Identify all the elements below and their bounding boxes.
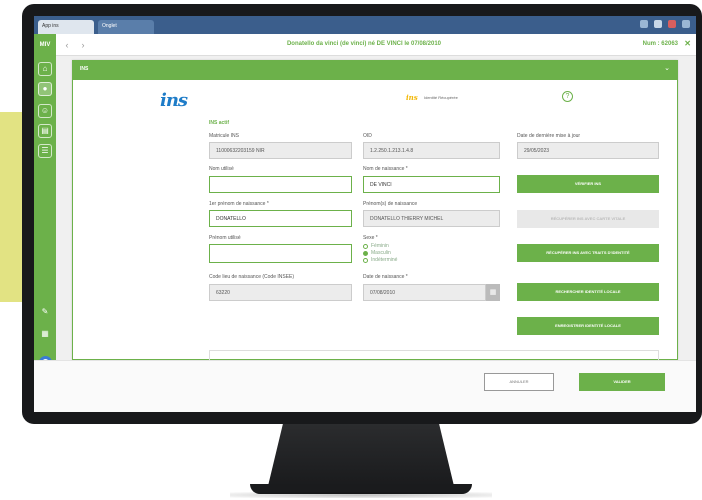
modal-header: INS ⌄ [72, 60, 678, 80]
ins-modal: INS ⌄ ins ins Identité Récupérée ? INS a… [72, 60, 678, 360]
code-lieu-label: Code lieu de naissance (Code INSEE) [209, 274, 295, 280]
nom-naissance-label: Nom de naissance * [363, 166, 408, 172]
radio-indetermine[interactable]: Indéterminé [363, 257, 397, 263]
window-icon[interactable] [668, 20, 676, 28]
taskbar-icons [640, 20, 690, 28]
left-sidebar: ⌂ ● ☺ ▤ ☰ ✎ ▦ [34, 56, 56, 412]
date-maj-label: Date de dernière mise à jour [517, 133, 581, 139]
comment-area[interactable] [209, 350, 659, 360]
modal-header-label: INS [80, 66, 89, 72]
radio-icon[interactable] [363, 257, 368, 263]
list-icon[interactable]: ☰ [38, 144, 52, 158]
matricule-label: Matricule INS [209, 133, 240, 139]
prenom-utilise-label: Prénom utilisé [209, 235, 241, 241]
radio-label: Indéterminé [371, 257, 398, 263]
stand-shadow [230, 492, 492, 498]
nom-utilise-label: Nom utilisé [209, 166, 234, 172]
radio-masculin[interactable]: Masculin [363, 250, 391, 256]
prenoms-label: Prénom(s) de naissance [363, 201, 418, 207]
section-title: INS actif [209, 120, 230, 126]
home-icon[interactable]: ⌂ [38, 62, 52, 76]
app-logo: MIV [34, 34, 56, 56]
close-icon[interactable]: ✕ [684, 39, 691, 48]
date-naissance-field: 07/08/2010 [363, 284, 486, 301]
document-icon[interactable]: ▤ [38, 124, 52, 138]
monitor-screen: App ins Onglet MIV ‹ › Donatello da vinc… [34, 16, 696, 412]
recuperer-traits-button[interactable]: Récupérer INS avec traits d'identité [517, 244, 659, 262]
prenom-utilise-field[interactable] [209, 244, 352, 263]
enregistrer-identite-button[interactable]: Enregistrer identité locale [517, 317, 659, 335]
browser-tab[interactable]: App ins [38, 20, 94, 34]
radio-label: Masculin [371, 250, 391, 256]
sexe-label: Sexe * [363, 235, 378, 241]
window-icon[interactable] [640, 20, 648, 28]
prenoms-field: DONATELLO THIERRY MICHEL [363, 210, 500, 227]
patient-title: Donatello da vinci (de vinci) né DE VINC… [286, 41, 442, 47]
window-icon[interactable] [682, 20, 690, 28]
ins-logo: ins [160, 90, 188, 111]
browser-tab-bar: App ins Onglet [34, 16, 696, 34]
matricule-field: 1100063220315​9 NIR [209, 142, 352, 159]
date-maj-field: 29/05/2023 [517, 142, 659, 159]
verifier-ins-button[interactable]: Vérifier INS [517, 175, 659, 193]
cancel-button[interactable]: Annuler [484, 373, 554, 391]
prenom1-label: 1er prénom de naissance * [209, 201, 269, 207]
window-icon[interactable] [654, 20, 662, 28]
help-icon[interactable]: ? [562, 91, 573, 102]
rechercher-identite-button[interactable]: Rechercher identité locale [517, 283, 659, 301]
grid-icon[interactable]: ▦ [38, 328, 52, 342]
radio-feminin[interactable]: Féminin [363, 243, 389, 249]
patient-number: Num : 62063 [642, 41, 678, 47]
prenom1-field[interactable]: DONATELLO [209, 210, 352, 227]
calendar-icon[interactable]: ▦ [486, 284, 500, 301]
logo-small-icon: ✎ [41, 307, 49, 316]
validate-button[interactable]: Valider [579, 373, 665, 391]
radio-label: Féminin [371, 243, 389, 249]
user-icon[interactable]: ☺ [38, 104, 52, 118]
radio-selected-icon[interactable] [363, 250, 368, 256]
nom-naissance-field[interactable]: DE VINCI [363, 176, 500, 193]
app-header: MIV ‹ › Donatello da vinci (de vinci) né… [34, 34, 696, 56]
forward-arrow-icon[interactable]: › [77, 39, 89, 51]
radio-icon[interactable] [363, 243, 368, 249]
date-naissance-label: Date de naissance * [363, 274, 408, 280]
browser-tab[interactable]: Onglet [98, 20, 154, 34]
back-arrow-icon[interactable]: ‹ [61, 39, 73, 51]
carte-vitale-button: Récupérer INS avec carte vitale [517, 210, 659, 228]
patient-icon[interactable]: ● [38, 82, 52, 96]
oid-field: 1.2.250.1.213.1.4.8 [363, 142, 500, 159]
nom-utilise-field[interactable] [209, 176, 352, 193]
monitor-stand-neck [268, 424, 454, 486]
chevron-down-icon[interactable]: ⌄ [664, 64, 670, 72]
oid-label: OID [363, 133, 372, 139]
ins-mini-logo: ins [406, 93, 418, 102]
code-lieu-field: 63220 [209, 284, 352, 301]
modal-footer: Annuler Valider [34, 360, 696, 412]
identity-status: Identité Récupérée [424, 95, 458, 100]
